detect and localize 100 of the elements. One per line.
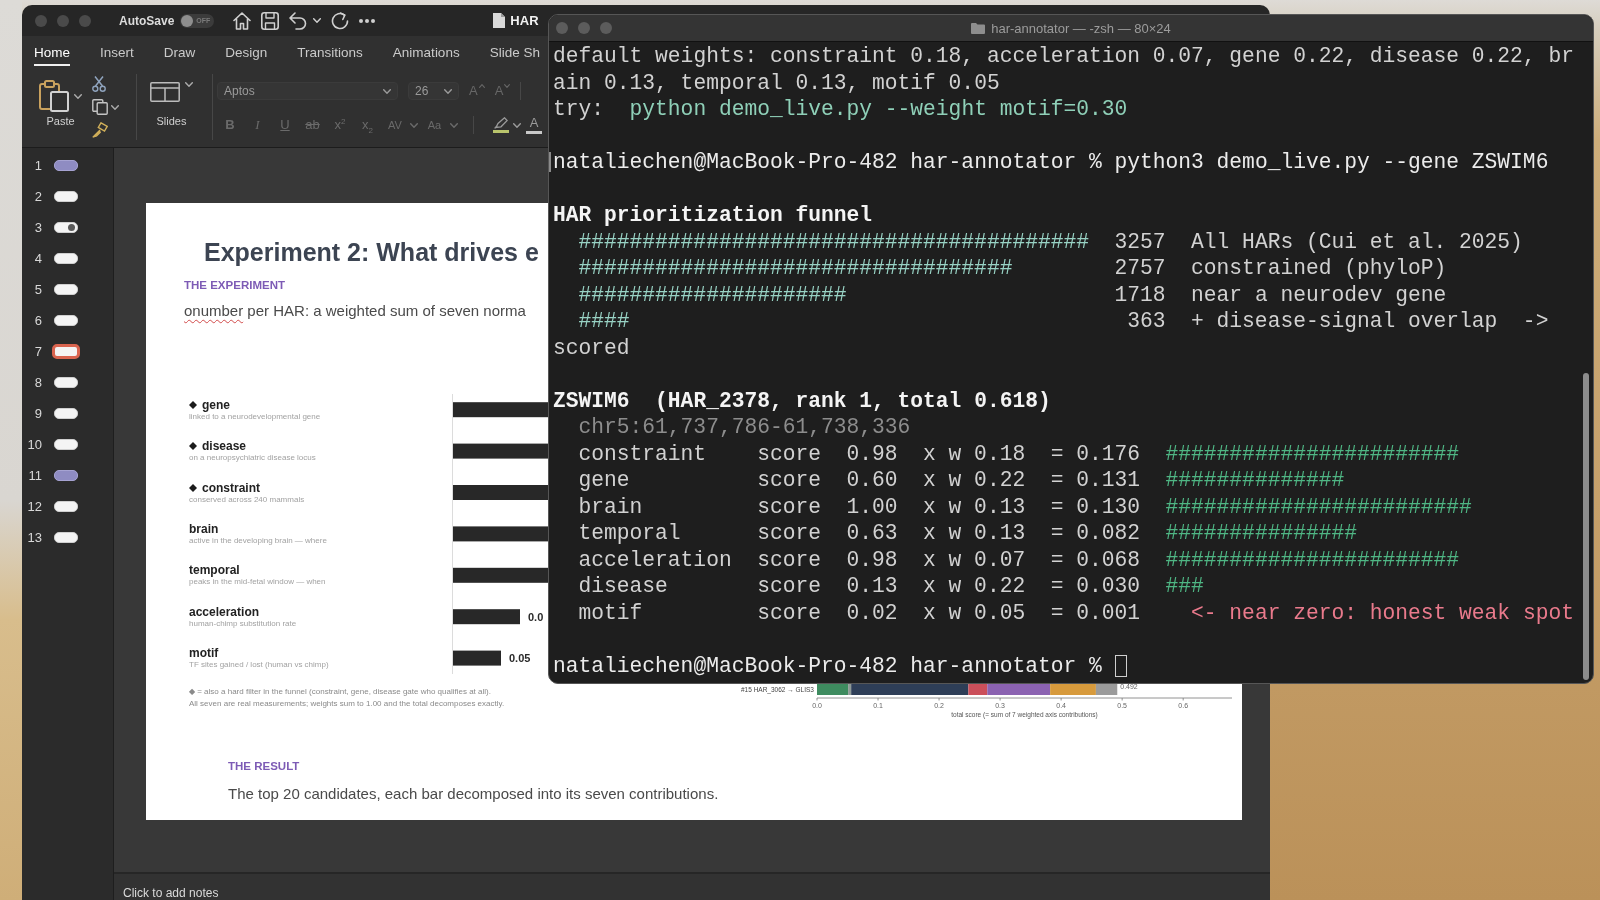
- slide-thumbnail[interactable]: [54, 500, 78, 512]
- caret-down-icon: [185, 82, 193, 87]
- terminal-line: nataliechen@MacBook-Pro-482 har-annotator % python3 demo_live.py --gene ZSWIM6: [553, 149, 1549, 176]
- slide-number: 10: [26, 436, 42, 452]
- footnote: ◆ = also a hard filter in the funnel (constraint, gene, disease gate who qualifies at all).: [189, 685, 491, 698]
- slide-thumbnail[interactable]: [54, 159, 78, 171]
- ribbon-tab[interactable]: Transitions: [297, 45, 363, 66]
- circular-arrow-icon[interactable]: [331, 11, 350, 30]
- axis-label: gene: [202, 397, 230, 412]
- slide-thumbnail[interactable]: [54, 190, 78, 202]
- curved-arrow-icon[interactable]: [289, 11, 308, 30]
- terminal-line: default weights: constraint 0.18, acceleration 0.07, gene 0.22, disease 0.22, br: [553, 43, 1574, 70]
- axis-label: constraint: [202, 480, 260, 495]
- terminal-line: scored: [553, 334, 630, 361]
- section-label: THE RESULT: [228, 758, 300, 773]
- slide-number: 3: [33, 219, 42, 235]
- slide-thumbnail[interactable]: [54, 252, 78, 264]
- slide-title: Experiment 2: What drives e: [204, 237, 539, 267]
- terminal-line: gene score 0.60 x w 0.22 = 0.131 ##############: [578, 467, 1345, 494]
- window-title: HAR: [510, 13, 539, 28]
- slide-thumbnail[interactable]: [54, 531, 78, 543]
- slide-number: 5: [33, 281, 42, 297]
- toggle-knob-icon: [181, 14, 194, 27]
- layout-icon: [150, 82, 180, 102]
- slide-number: 13: [26, 529, 42, 545]
- bar: [453, 650, 501, 666]
- slide-number: 4: [33, 250, 42, 266]
- document-icon: [493, 13, 506, 28]
- font-name-field[interactable]: Aptos: [217, 82, 398, 100]
- axis-note: peaks in the mid-fetal window — when: [189, 577, 326, 588]
- terminal-line: chr5:61,737,786-61,738,336: [578, 414, 911, 441]
- folder-icon: [971, 22, 986, 34]
- slide-thumbnail[interactable]: [54, 376, 78, 388]
- ribbon-tab[interactable]: Home: [34, 45, 70, 66]
- slide-number: 1: [33, 157, 42, 173]
- slide-thumbnail[interactable]: [54, 407, 78, 419]
- axis-label: brain: [189, 521, 219, 536]
- highlight-button[interactable]: [492, 117, 521, 133]
- axis-label: temporal: [189, 563, 240, 578]
- terminal-line: #### 363 + disease-signal overlap ->: [578, 308, 1549, 335]
- terminal-title: har-annotator — -zsh — 80×24: [991, 20, 1171, 36]
- slide-thumbnail[interactable]: [54, 469, 78, 481]
- two-pages-icon[interactable]: [92, 99, 108, 115]
- terminal-line: brain score 1.00 x w 0.13 = 0.130 ########################: [578, 493, 1472, 520]
- caret-up-icon: [478, 84, 485, 88]
- terminal-line: constraint score 0.98 x w 0.18 = 0.176 #######################: [578, 440, 1460, 467]
- scrollbar-thumb[interactable]: [1583, 373, 1589, 680]
- slide-thumbnail[interactable]: [52, 343, 80, 359]
- terminal-line: disease score 0.13 x w 0.22 = 0.030 ###: [578, 573, 1204, 600]
- terminal-line: temporal score 0.63 x w 0.13 = 0.082 ###############: [578, 520, 1357, 547]
- value-label: 0.0: [528, 610, 544, 623]
- slide-thumbnail[interactable]: [54, 438, 78, 450]
- scissors-icon[interactable]: [92, 76, 106, 92]
- terminal-line: HAR prioritization funnel: [553, 202, 873, 229]
- slide-number: 2: [33, 188, 42, 204]
- caret-down-icon: [383, 88, 391, 94]
- clipboard-icon: [39, 80, 69, 112]
- bar: [453, 609, 520, 624]
- axis-note: conserved across 240 mammals: [189, 494, 305, 505]
- ribbon-tab[interactable]: Insert: [100, 45, 134, 66]
- caret-down-icon[interactable]: [313, 18, 322, 23]
- axis-note: linked to a neurodevelopmental gene: [189, 411, 321, 422]
- paste-button[interactable]: Paste: [39, 80, 82, 127]
- slide-number: 6: [33, 312, 42, 328]
- axis-note: on a neuropsychiatric disease locus: [189, 453, 316, 464]
- house-icon[interactable]: [233, 11, 252, 30]
- ribbon-tab[interactable]: Draw: [163, 45, 196, 66]
- slide-thumbnail[interactable]: [54, 283, 78, 295]
- slide-number: 11: [27, 467, 42, 483]
- result-text: The top 20 candidates, each bar decomposed into its seven contributions.: [228, 784, 719, 803]
- ribbon-tab[interactable]: Design: [225, 45, 268, 66]
- caret-down-icon[interactable]: [111, 104, 119, 110]
- section-label: THE EXPERIMENT: [184, 278, 285, 292]
- autosave-label: AutoSave: [119, 13, 175, 28]
- axis-note: human-chimp substitution rate: [189, 618, 297, 629]
- font-size-field[interactable]: 26: [408, 82, 459, 100]
- caret-down-icon: [444, 88, 452, 94]
- notes-field[interactable]: Click to add notes: [114, 872, 1270, 900]
- caret-down-icon: [504, 84, 511, 88]
- slides-button[interactable]: Slides: [150, 80, 193, 127]
- terminal-line: ################################## 2757 constrained (phyloP): [578, 255, 1447, 282]
- ribbon-tab[interactable]: Animations: [392, 45, 460, 66]
- slide-thumbnail[interactable]: [54, 314, 78, 326]
- intro-text: onumber per HAR: a weighted sum of seven norma: [184, 302, 526, 320]
- font-color-button[interactable]: A: [526, 116, 542, 134]
- slide-number: 7: [33, 343, 42, 359]
- ribbon-tab[interactable]: Slide Sh: [489, 45, 540, 66]
- paintbrush-icon[interactable]: [92, 122, 108, 138]
- slide-thumbnail[interactable]: [54, 221, 78, 233]
- terminal-line: try: python demo_live.py --weight motif=0.30: [553, 96, 1128, 123]
- slide-number: 12: [26, 498, 42, 514]
- terminal-line: ain 0.13, temporal 0.13, motif 0.05: [553, 69, 1000, 96]
- terminal-line: nataliechen@MacBook-Pro-482 har-annotator %: [553, 652, 1102, 679]
- terminal-line: ######################################## 3257 All HARs (Cui et al. 2025): [578, 228, 1523, 255]
- axis-label: acceleration: [189, 604, 260, 619]
- axis-label: motif: [189, 646, 219, 661]
- footnote: All seven are real measurements; weights sum to 1.00 and the total decomposes exactly.: [189, 697, 505, 710]
- terminal-line: ##################### 1718 near a neurodev gene: [578, 281, 1447, 308]
- ellipsis-icon[interactable]: [359, 18, 376, 23]
- terminal-line: motif score 0.02 x w 0.05 = 0.001 <- near zero: honest weak spot: [578, 599, 1574, 626]
